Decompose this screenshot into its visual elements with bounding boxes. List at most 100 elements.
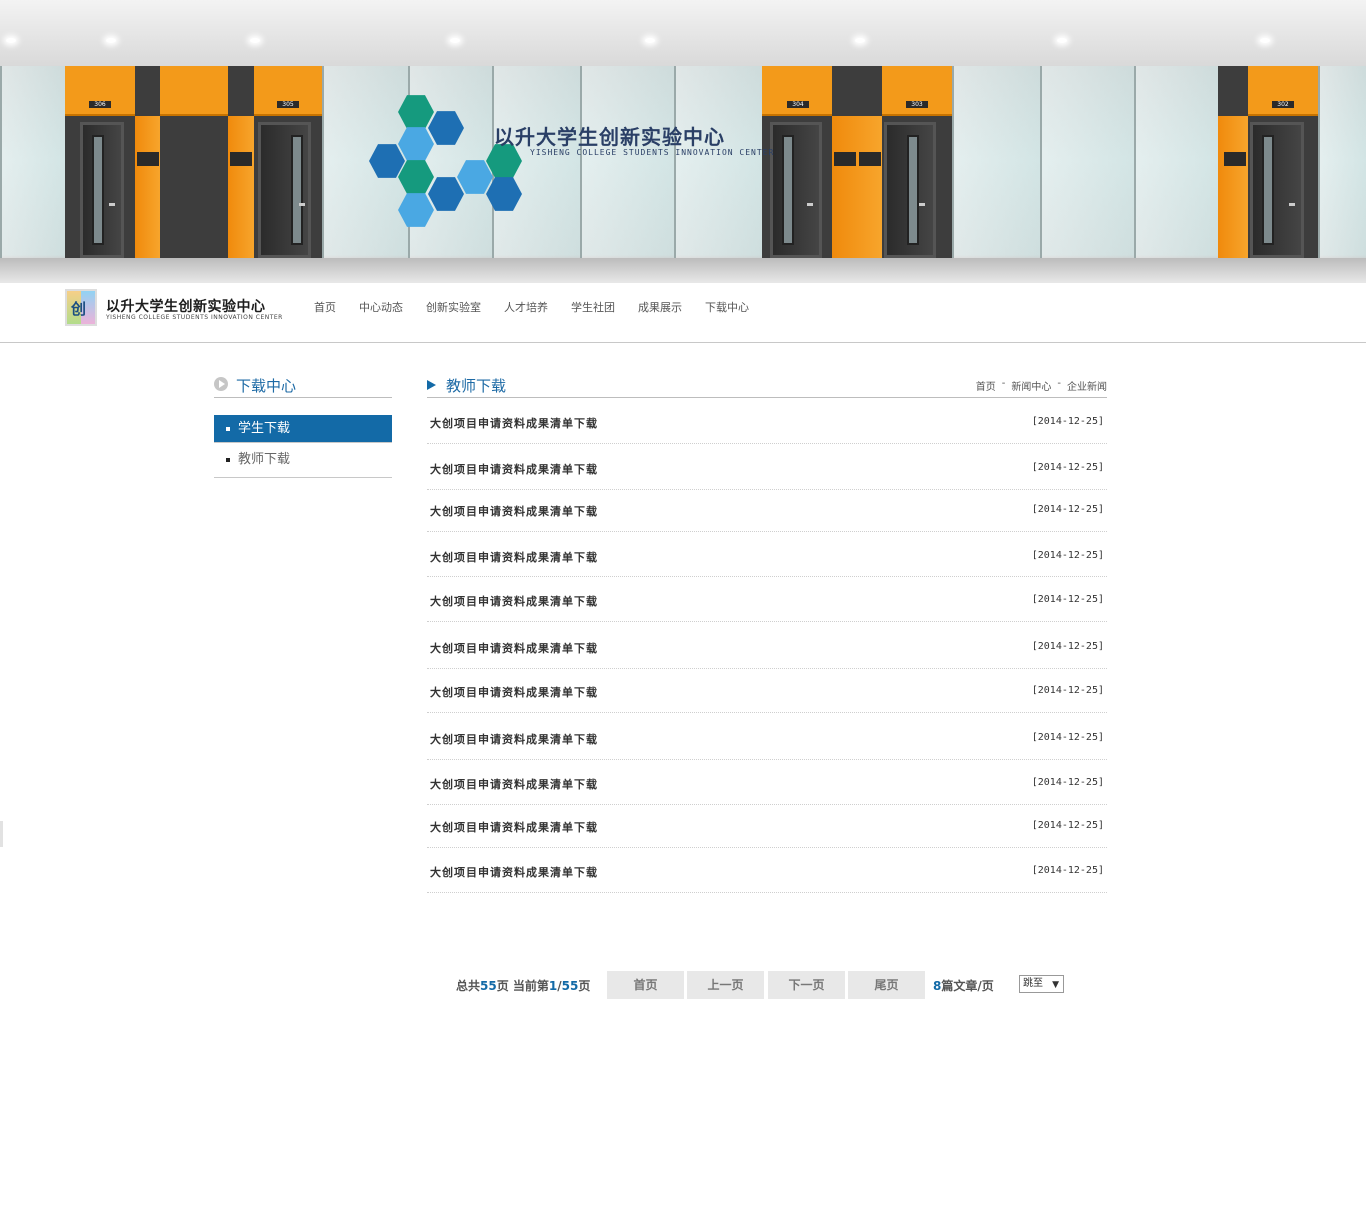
list-item-title[interactable]: 大创项目申请资料成果清单下载 [430, 731, 598, 747]
door [80, 122, 124, 258]
pager-text: 总共 [456, 979, 481, 993]
sidebar-item-teacher-downloads[interactable]: 教师下载 [214, 446, 392, 473]
list-item-title[interactable]: 大创项目申请资料成果清单下载 [430, 640, 598, 656]
list-item[interactable]: 大创项目申请资料成果清单下载 [2014-12-25] [427, 805, 1107, 848]
play-circle-icon [214, 377, 228, 391]
list-item[interactable]: 大创项目申请资料成果清单下载 [2014-12-25] [427, 760, 1107, 805]
door-sign [834, 152, 856, 166]
page-title: 教师下载 [446, 377, 507, 395]
sidebar-item-student-downloads[interactable]: 学生下载 [214, 415, 392, 442]
list-item-title[interactable]: 大创项目申请资料成果清单下载 [430, 415, 598, 431]
main-menu: 首页 中心动态 创新实验室 人才培养 学生社团 成果展示 下载中心 [314, 300, 772, 316]
hero-banner: 306 305 304 303 302 以升大学生创新实验中心 YISHENG … [0, 0, 1366, 283]
list-item-title[interactable]: 大创项目申请资料成果清单下载 [430, 593, 598, 609]
door-header [882, 66, 952, 116]
breadcrumb-separator: - [1001, 378, 1006, 389]
orange-pillar [228, 116, 254, 258]
total-pages: 55 [561, 979, 579, 993]
ceiling-light [250, 38, 260, 43]
content-header: 教师下载 首页 - 新闻中心 - 企业新闻 [427, 375, 1107, 398]
arrow-right-icon [427, 380, 436, 390]
door-header [65, 66, 135, 116]
room-number: 302 [1272, 101, 1294, 108]
top-navbar: 创 以升大学生创新实验中心 YISHENG COLLEGE STUDENTS I… [0, 283, 1366, 343]
list-item-title[interactable]: 大创项目申请资料成果清单下载 [430, 503, 598, 519]
nav-clubs[interactable]: 学生社团 [571, 300, 615, 316]
list-item-date: [2014-12-25] [1031, 550, 1104, 561]
nav-talent[interactable]: 人才培养 [504, 300, 548, 316]
list-item-date: [2014-12-25] [1031, 416, 1104, 427]
glass-panel [580, 66, 674, 258]
wall-column [228, 66, 254, 116]
list-item[interactable]: 大创项目申请资料成果清单下载 [2014-12-25] [427, 713, 1107, 760]
next-page-button[interactable]: 下一页 [768, 971, 845, 999]
ceiling-light [645, 38, 655, 43]
ceiling-light [855, 38, 865, 43]
banner-subtitle: YISHENG COLLEGE STUDENTS INNOVATION CENT… [530, 148, 775, 157]
list-item[interactable]: 大创项目申请资料成果清单下载 [2014-12-25] [427, 490, 1107, 532]
breadcrumb-separator: - [1057, 378, 1061, 389]
nav-achievements[interactable]: 成果展示 [638, 300, 682, 316]
list-item[interactable]: 大创项目申请资料成果清单下载 [2014-12-25] [427, 622, 1107, 669]
ceiling-light [1260, 38, 1270, 43]
breadcrumb-home[interactable]: 首页 [976, 378, 996, 393]
divider [214, 442, 392, 443]
door-header [762, 66, 832, 116]
list-item-title[interactable]: 大创项目申请资料成果清单下载 [430, 819, 598, 835]
door-sign [137, 152, 159, 166]
list-item-date: [2014-12-25] [1031, 732, 1104, 743]
prev-page-button[interactable]: 上一页 [687, 971, 764, 999]
total-pages: 55 [480, 979, 497, 993]
ceiling-light [6, 38, 16, 43]
nav-center-news[interactable]: 中心动态 [359, 300, 403, 316]
last-page-button[interactable]: 尾页 [848, 971, 925, 999]
nav-labs[interactable]: 创新实验室 [426, 300, 481, 316]
bullet-icon [226, 427, 230, 431]
first-page-button[interactable]: 首页 [607, 971, 684, 999]
list-item-date: [2014-12-25] [1031, 641, 1104, 652]
orange-pillar [832, 116, 882, 258]
pager-text: 页 [578, 979, 591, 993]
list-item-title[interactable]: 大创项目申请资料成果清单下载 [430, 461, 598, 477]
ceiling-light [106, 38, 116, 43]
orange-pillar [1218, 116, 1248, 258]
door-sign [859, 152, 881, 166]
list-item-title[interactable]: 大创项目申请资料成果清单下载 [430, 864, 598, 880]
wall-column [832, 66, 882, 116]
list-item-date: [2014-12-25] [1031, 820, 1104, 831]
divider [214, 477, 392, 478]
sidebar-item-label: 学生下载 [238, 421, 291, 436]
list-item-title[interactable]: 大创项目申请资料成果清单下载 [430, 684, 598, 700]
nav-downloads[interactable]: 下载中心 [705, 300, 749, 316]
site-logo-title[interactable]: 以升大学生创新实验中心 [106, 296, 266, 316]
glass-panel [1134, 66, 1218, 258]
list-item[interactable]: 大创项目申请资料成果清单下载 [2014-12-25] [427, 398, 1107, 444]
list-item-date: [2014-12-25] [1031, 685, 1104, 696]
list-item-title[interactable]: 大创项目申请资料成果清单下载 [430, 776, 598, 792]
list-item[interactable]: 大创项目申请资料成果清单下载 [2014-12-25] [427, 577, 1107, 622]
list-item[interactable]: 大创项目申请资料成果清单下载 [2014-12-25] [427, 444, 1107, 490]
list-item-date: [2014-12-25] [1031, 504, 1104, 515]
glass-panel [1318, 66, 1366, 258]
list-item[interactable]: 大创项目申请资料成果清单下载 [2014-12-25] [427, 848, 1107, 893]
banner-ceiling [0, 0, 1366, 66]
list-item[interactable]: 大创项目申请资料成果清单下载 [2014-12-25] [427, 532, 1107, 577]
breadcrumb-company-news[interactable]: 企业新闻 [1067, 378, 1107, 393]
list-item-title[interactable]: 大创项目申请资料成果清单下载 [430, 549, 598, 565]
site-logo-icon[interactable]: 创 [65, 289, 97, 326]
list-item[interactable]: 大创项目申请资料成果清单下载 [2014-12-25] [427, 669, 1107, 713]
list-item-date: [2014-12-25] [1031, 594, 1104, 605]
ceiling-light [1057, 38, 1067, 43]
edge-tab[interactable] [0, 821, 3, 847]
pagination-info: 总共55页 当前第1/55页 [456, 977, 590, 994]
breadcrumb: 首页 - 新闻中心 - 企业新闻 [976, 378, 1107, 393]
jump-to-select[interactable]: 跳至 ▼ [1019, 975, 1064, 993]
pager-text: 篇文章/页 [941, 979, 994, 993]
door-sign [230, 152, 252, 166]
jump-label: 跳至 [1023, 978, 1043, 989]
orange-pillar [135, 116, 160, 258]
breadcrumb-news-center[interactable]: 新闻中心 [1011, 378, 1051, 393]
pager-text: 页 当前第 [496, 979, 549, 993]
nav-home[interactable]: 首页 [314, 300, 336, 316]
list-item-date: [2014-12-25] [1031, 462, 1104, 473]
